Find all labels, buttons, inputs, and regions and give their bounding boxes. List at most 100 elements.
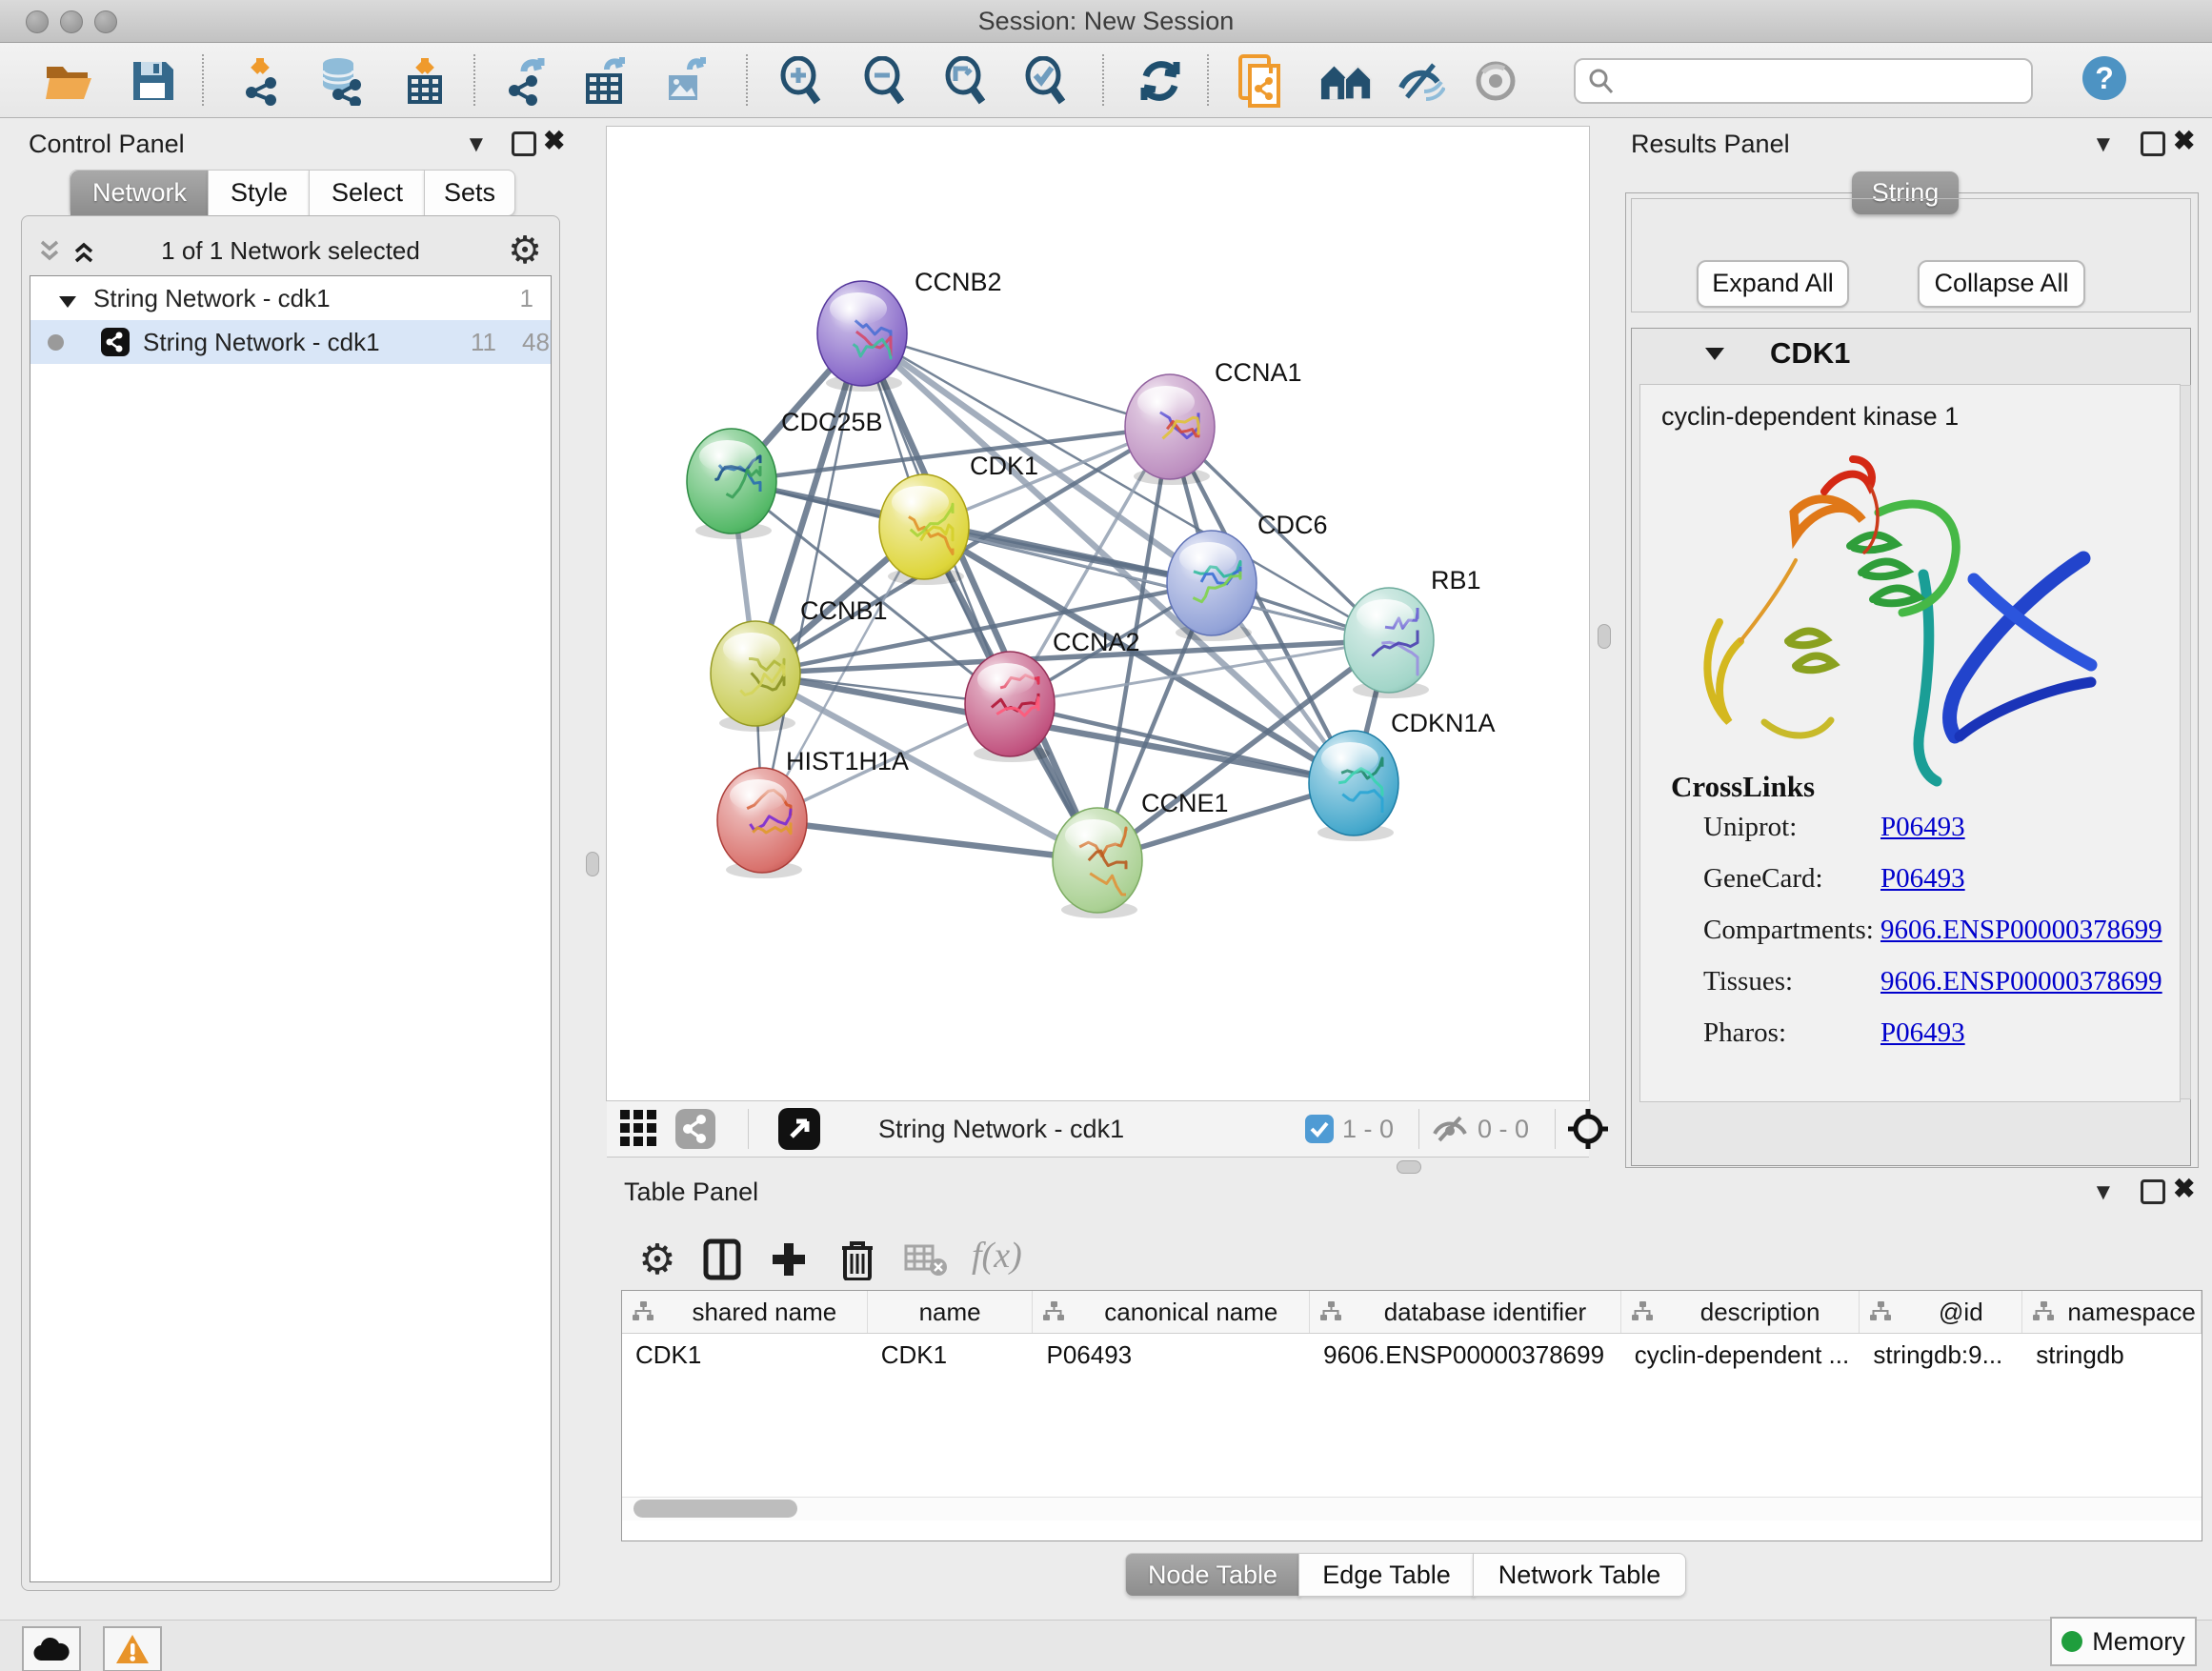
control-panel-float-icon[interactable] (512, 131, 536, 156)
birds-eye-toggle-icon[interactable] (778, 1108, 820, 1155)
table-panel-float-icon[interactable] (2141, 1179, 2165, 1204)
left-splitter-handle[interactable] (586, 852, 599, 876)
crosslink-link[interactable]: P06493 (1880, 812, 1965, 843)
houses-icon[interactable] (1319, 56, 1373, 106)
network-collection-row[interactable]: String Network - cdk1 1 (30, 276, 551, 320)
eye-icon[interactable] (1469, 56, 1522, 106)
tab-network-table[interactable]: Network Table (1473, 1553, 1686, 1597)
horizontal-splitter-handle[interactable] (1397, 1160, 1421, 1174)
fit-selected-crosshair-icon[interactable] (1567, 1108, 1609, 1155)
grid-view-icon[interactable] (620, 1110, 660, 1153)
window-close-button[interactable] (26, 10, 49, 33)
table-panel-collapse-icon[interactable]: ▼ (2092, 1181, 2115, 1204)
window-zoom-button[interactable] (94, 10, 117, 33)
cloud-button[interactable] (22, 1626, 81, 1671)
control-panel-close-icon[interactable]: ✖ (543, 130, 565, 152)
export-network-icon[interactable] (502, 56, 555, 106)
column-header-namespace[interactable]: namespace (2022, 1291, 2202, 1333)
delete-column-icon[interactable] (831, 1233, 884, 1286)
memory-button[interactable]: Memory (2050, 1617, 2197, 1666)
network-canvas[interactable]: CCNB2CCNA1CDC25BCDK1CDC6RB1CCNB1CCNA2CDK… (607, 127, 1589, 1100)
refresh-view-icon[interactable] (1134, 56, 1187, 106)
collapse-all-button[interactable]: Collapse All (1918, 260, 2085, 308)
selected-checkbox-icon[interactable] (1305, 1115, 1334, 1148)
tab-node-table[interactable]: Node Table (1125, 1553, 1300, 1597)
network-node-cdc6[interactable]: CDC6 (1167, 511, 1328, 641)
network-node-ccne1[interactable]: CCNE1 (1053, 789, 1229, 918)
table-cell: P06493 (1033, 1334, 1310, 1376)
export-image-icon[interactable] (659, 56, 713, 106)
create-column-icon[interactable] (762, 1233, 815, 1286)
string-document-icon[interactable] (1235, 56, 1288, 106)
zoom-fit-icon[interactable] (939, 56, 993, 106)
eye-slash-icon[interactable] (1394, 56, 1447, 106)
table-cell: stringdb:9... (1860, 1334, 2022, 1376)
toolbar-divider (202, 54, 204, 106)
scrollbar-thumb[interactable] (633, 1500, 797, 1518)
warning-button[interactable] (103, 1626, 162, 1671)
search-input[interactable] (1623, 66, 2031, 97)
network-node-ccnb1[interactable]: CCNB1 (711, 596, 888, 732)
right-splitter-handle[interactable] (1598, 624, 1611, 649)
node-label: CCNB1 (800, 596, 888, 625)
zoom-in-icon[interactable] (774, 56, 828, 106)
tab-style[interactable]: Style (208, 170, 311, 216)
collapse-all-networks-icon[interactable] (37, 239, 62, 269)
column-header-description[interactable]: description (1621, 1291, 1860, 1333)
hidden-eye-icon[interactable] (1432, 1115, 1468, 1148)
crosslink-link[interactable]: P06493 (1880, 1017, 1965, 1049)
network-options-gear-icon[interactable]: ⚙ (508, 230, 542, 272)
network-row[interactable]: String Network - cdk1 11 48 (30, 320, 551, 364)
results-panel-collapse-icon[interactable]: ▼ (2092, 133, 2115, 156)
control-panel-collapse-icon[interactable]: ▼ (465, 133, 488, 156)
results-button-row: Expand All Collapse All (1631, 198, 2191, 312)
results-scrollbar[interactable] (2180, 385, 2191, 1099)
window-minimize-button[interactable] (60, 10, 83, 33)
results-panel-float-icon[interactable] (2141, 131, 2165, 156)
footer-divider (1555, 1109, 1556, 1149)
crosslink-link[interactable]: 9606.ENSP00000378699 (1880, 966, 2162, 997)
function-builder-icon[interactable]: f(x) (972, 1235, 1022, 1277)
export-table-icon[interactable] (578, 56, 632, 106)
tab-edge-table[interactable]: Edge Table (1298, 1553, 1475, 1597)
import-network-database-icon[interactable] (313, 56, 367, 106)
results-panel-close-icon[interactable]: ✖ (2173, 130, 2195, 152)
column-header-name[interactable]: name (868, 1291, 1034, 1333)
network-node-cdkn1a[interactable]: CDKN1A (1309, 709, 1496, 841)
expand-all-networks-icon[interactable] (71, 239, 96, 269)
tab-select[interactable]: Select (309, 170, 426, 216)
save-session-icon[interactable] (126, 56, 179, 106)
network-node-ccna1[interactable]: CCNA1 (1125, 358, 1302, 485)
open-session-icon[interactable] (43, 56, 96, 106)
column-header-database-identifier[interactable]: database identifier (1310, 1291, 1621, 1333)
show-columns-icon[interactable] (695, 1233, 749, 1286)
tab-network[interactable]: Network (70, 170, 210, 216)
zoom-out-icon[interactable] (858, 56, 912, 106)
column-header--id[interactable]: @id (1860, 1291, 2022, 1333)
table-panel-close-icon[interactable]: ✖ (2173, 1178, 2195, 1200)
crosslink-link[interactable]: P06493 (1880, 863, 1965, 895)
table-row[interactable]: CDK1CDK1P064939606.ENSP00000378699cyclin… (622, 1334, 2202, 1376)
expand-all-button[interactable]: Expand All (1697, 260, 1849, 308)
column-header-shared-name[interactable]: shared name (622, 1291, 868, 1333)
delete-table-icon[interactable] (899, 1233, 953, 1286)
import-table-file-icon[interactable] (398, 56, 452, 106)
table-horizontal-scrollbar[interactable] (622, 1497, 2202, 1520)
column-header-canonical-name[interactable]: canonical name (1033, 1291, 1310, 1333)
share-view-icon[interactable] (675, 1109, 715, 1154)
import-network-file-icon[interactable] (233, 56, 287, 106)
cloud-icon (32, 1636, 70, 1662)
help-button[interactable]: ? (2082, 56, 2126, 100)
network-node-hist1h1a[interactable]: HIST1H1A (717, 747, 909, 878)
collection-expand-icon[interactable] (57, 288, 78, 317)
network-node-rb1[interactable]: RB1 (1344, 566, 1481, 698)
table-options-gear-icon[interactable]: ⚙ (631, 1233, 684, 1286)
network-edge-count: 48 (522, 328, 550, 357)
node-section-expand-icon[interactable] (1703, 344, 1726, 368)
node-label: CDC6 (1257, 511, 1328, 539)
zoom-selected-icon[interactable] (1019, 56, 1073, 106)
results-node-header[interactable]: CDK1 (1632, 329, 2190, 382)
tab-sets[interactable]: Sets (424, 170, 515, 216)
crosslink-link[interactable]: 9606.ENSP00000378699 (1880, 915, 2162, 946)
node-details: cyclin-dependent kinase 1 (1639, 384, 2181, 1102)
